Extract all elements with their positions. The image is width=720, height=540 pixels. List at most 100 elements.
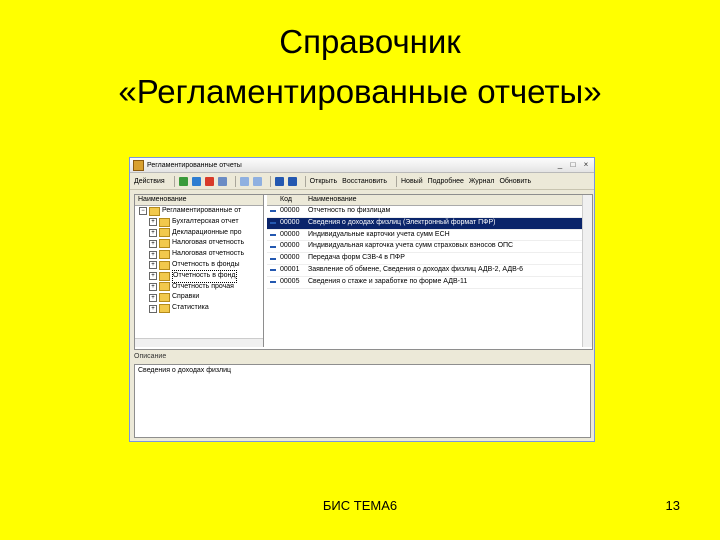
folder-icon xyxy=(159,260,170,270)
maximize-button[interactable]: □ xyxy=(568,160,578,170)
minimize-button[interactable]: _ xyxy=(555,160,565,170)
copy-icon[interactable] xyxy=(191,176,201,186)
list-row[interactable]: 00000 Индивидуальные карточки учета сумм … xyxy=(267,230,592,242)
window-title: Регламентированные отчеты xyxy=(147,161,242,169)
actions-label: Действия xyxy=(134,177,165,185)
expand-icon[interactable]: + xyxy=(149,261,157,270)
page-number: 13 xyxy=(665,498,680,513)
tree-item[interactable]: − Регламентированные от xyxy=(135,206,263,217)
expand-icon[interactable]: + xyxy=(149,228,157,237)
edit-icon[interactable] xyxy=(217,176,227,186)
row-code: 00000 xyxy=(280,242,300,250)
open-button[interactable]: Открыть xyxy=(310,178,338,185)
arrow-up-icon[interactable] xyxy=(274,176,284,186)
details-label: Подробнее xyxy=(427,177,464,185)
expand-icon[interactable]: + xyxy=(149,272,157,281)
item-icon xyxy=(270,233,276,236)
filter-off-icon[interactable] xyxy=(252,176,262,186)
row-name: Индивидуальная карточка учета сумм страх… xyxy=(308,242,514,250)
toolbar: Действия Открыть Восстановить Новый Подр… xyxy=(130,173,594,190)
expand-icon[interactable]: + xyxy=(149,218,157,227)
delete-icon[interactable] xyxy=(204,176,214,186)
arrow-down-icon[interactable] xyxy=(287,176,297,186)
row-name: Индивидуальные карточки учета сумм ЕСН xyxy=(308,230,450,238)
horizontal-scrollbar[interactable] xyxy=(135,338,263,347)
expand-icon[interactable]: − xyxy=(139,207,147,216)
tree-item-label: Отчетность прочая xyxy=(172,282,234,290)
update-button[interactable]: Обновить xyxy=(499,178,531,185)
row-code: 00000 xyxy=(280,207,300,214)
expand-icon[interactable]: + xyxy=(149,282,157,291)
details-button[interactable]: Подробнее xyxy=(428,178,464,185)
row-name: Отчетность по физлицам xyxy=(308,207,391,214)
tree-item-label: Статистика xyxy=(172,304,209,312)
list-row[interactable]: 00000 Индивидуальная карточка учета сумм … xyxy=(267,241,592,254)
row-code: 00000 xyxy=(280,218,300,226)
content-panes: Наименование − Регламентированные от + Бухг… xyxy=(134,194,593,350)
app-window: Регламентированные отчеты _ □ × Действия… xyxy=(129,157,595,442)
row-code: 00000 xyxy=(280,230,300,238)
tree-item-label: Налоговая отчетность xyxy=(172,250,245,258)
tree-item-label: Бухгалтерская отчет xyxy=(172,217,239,225)
item-icon xyxy=(270,257,276,260)
tree-item[interactable]: + Отчетность прочая xyxy=(135,282,263,293)
item-icon xyxy=(270,222,276,225)
list-row[interactable]: 00005 Сведения о стаже и заработке по фор… xyxy=(267,277,592,289)
tree-item[interactable]: + Бухгалтерская отчет xyxy=(135,217,263,228)
tree-item[interactable]: + Отчетность в фонд xyxy=(135,269,263,283)
folder-icon xyxy=(159,250,170,260)
tree-item[interactable]: + Статистика xyxy=(135,303,263,314)
restore-button[interactable]: Восстановить xyxy=(342,178,387,185)
tree-item[interactable]: + Налоговая отчетность xyxy=(135,238,263,249)
expand-icon[interactable]: + xyxy=(149,239,157,248)
folder-icon xyxy=(159,293,170,303)
list-row[interactable]: 00000 Отчетность по физлицам xyxy=(267,206,592,218)
item-icon xyxy=(270,245,276,248)
folder-icon xyxy=(149,206,160,216)
actions-menu-button[interactable]: Действия xyxy=(134,178,165,185)
expand-icon[interactable]: + xyxy=(149,250,157,259)
tree-item-label: Налоговая отчетность xyxy=(172,239,245,247)
item-icon xyxy=(270,210,276,213)
restore-label: Восстановить xyxy=(342,177,387,185)
close-button[interactable]: × xyxy=(581,160,591,170)
comment-field[interactable]: Сведения о доходах физлиц xyxy=(134,364,591,438)
row-name: Сведения о доходах физлиц (Электронный ф… xyxy=(308,218,496,226)
tree-item[interactable]: + Налоговая отчетность xyxy=(135,249,263,260)
list-header: Код Наименование xyxy=(267,195,592,206)
expand-icon[interactable]: + xyxy=(149,304,157,313)
folder-icon xyxy=(159,217,170,227)
list-row[interactable]: 00000 Передача форм СЗВ-4 в ПФР xyxy=(267,253,592,265)
expand-icon[interactable]: + xyxy=(149,293,157,302)
list-row[interactable]: 00000 Сведения о доходах физлиц (Электрон… xyxy=(267,217,592,230)
row-code: 00001 xyxy=(280,265,300,273)
app-icon xyxy=(133,159,144,171)
new-label: Новый xyxy=(401,177,423,185)
tree-item[interactable]: + Декларационные про xyxy=(135,228,263,239)
folder-icon xyxy=(159,228,170,238)
slide-title-line2: «Регламентированные отчеты» xyxy=(118,73,602,110)
list-row[interactable]: 00001 Заявление об обмене, Сведения о дох… xyxy=(267,265,592,277)
vertical-scrollbar[interactable] xyxy=(582,195,592,347)
row-name: Передача форм СЗВ-4 в ПФР xyxy=(308,254,405,262)
row-code: 00000 xyxy=(280,254,300,262)
name-column-header[interactable]: Наименование xyxy=(308,195,357,205)
tree-item-label: Регламентированные от xyxy=(162,207,242,214)
toolbar-divider xyxy=(269,175,271,187)
journal-button[interactable]: Журнал xyxy=(469,178,495,185)
item-icon xyxy=(270,269,276,272)
tree-header[interactable]: Наименование xyxy=(135,195,263,206)
item-icon xyxy=(270,281,276,284)
tree-item[interactable]: + Справки xyxy=(135,292,263,303)
folder-icon xyxy=(159,282,170,292)
filter-icon[interactable] xyxy=(239,176,249,186)
folder-icon xyxy=(159,271,170,281)
code-column-header[interactable]: Код xyxy=(270,195,308,205)
folder-icon xyxy=(159,304,170,314)
row-name: Заявление об обмене, Сведения о доходах … xyxy=(308,265,523,273)
toolbar-divider xyxy=(396,175,397,187)
new-button[interactable]: Новый xyxy=(401,178,423,185)
window-titlebar[interactable]: Регламентированные отчеты _ □ × xyxy=(130,158,594,173)
tree-item-label: Справки xyxy=(172,293,200,301)
add-icon[interactable] xyxy=(178,176,188,186)
